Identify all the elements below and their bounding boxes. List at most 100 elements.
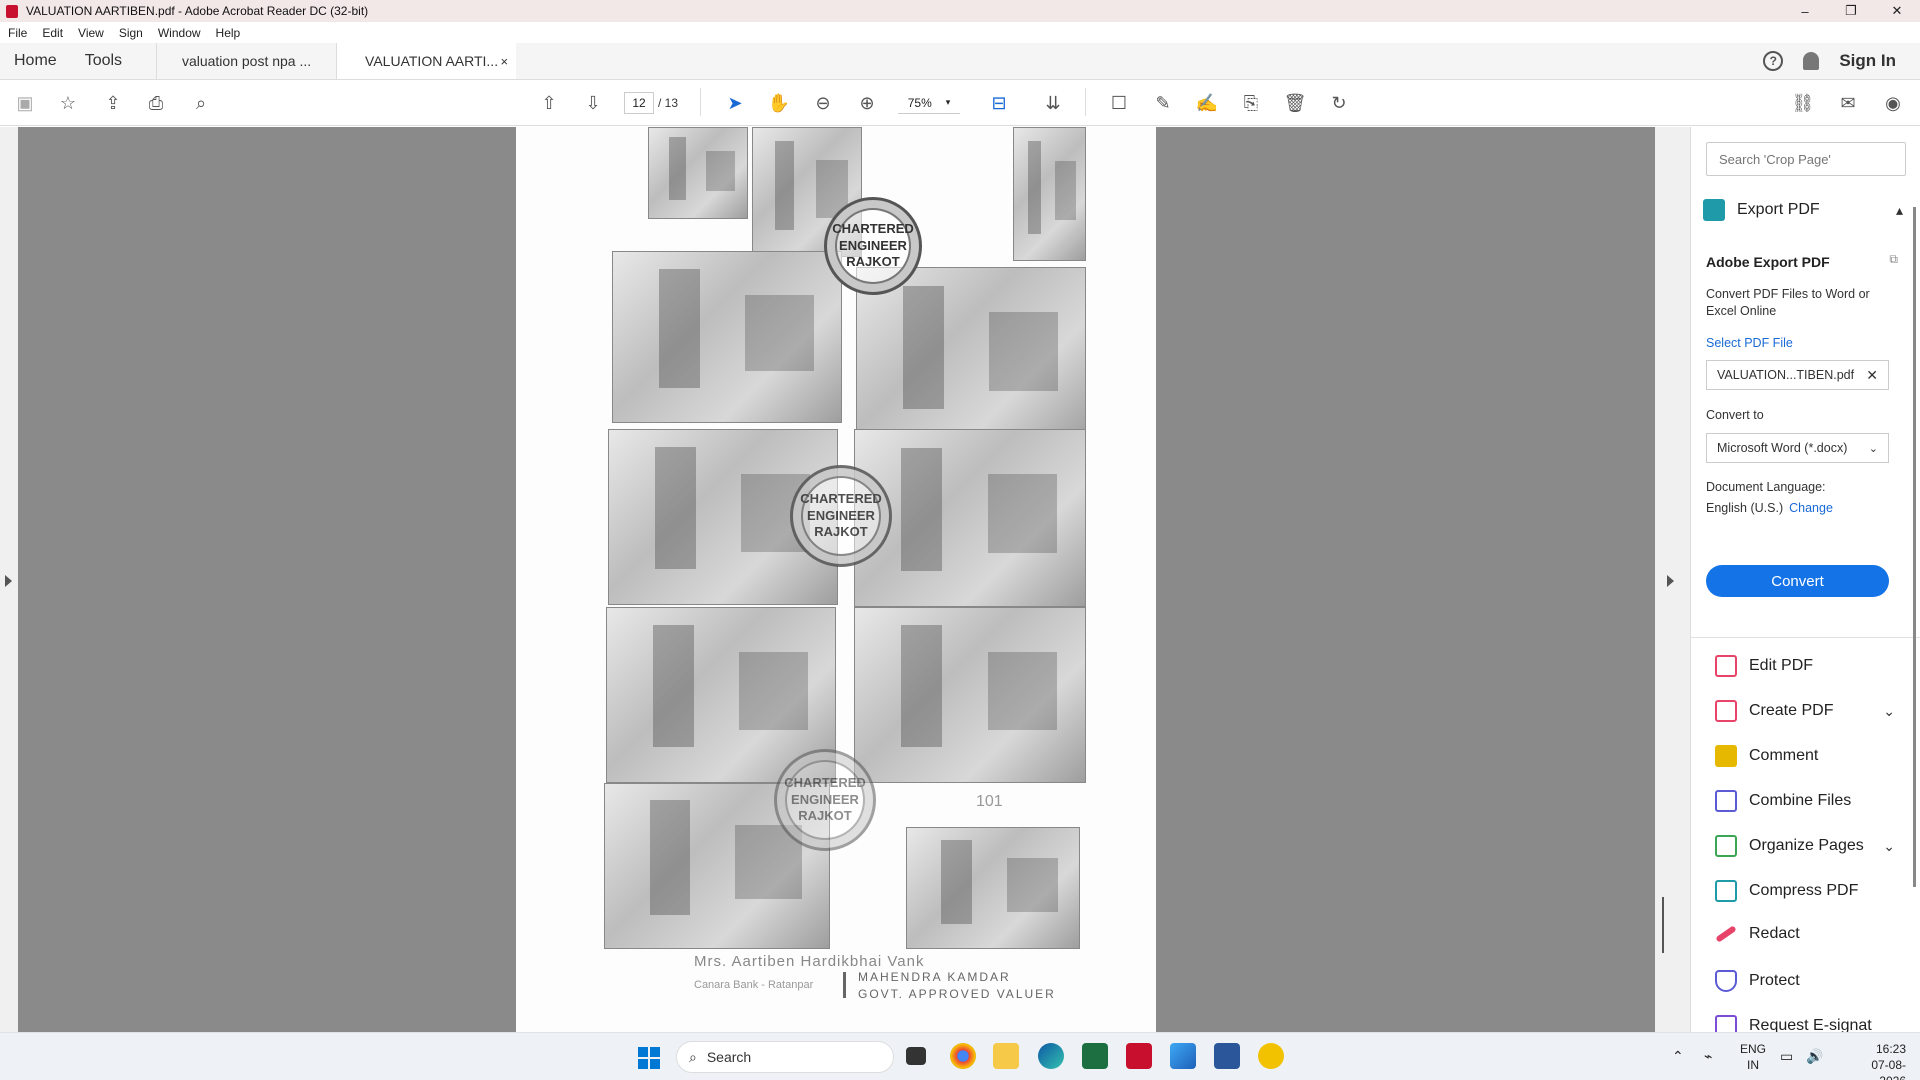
highlight-pen-icon[interactable]: ✎: [1150, 90, 1176, 116]
tool-edit-pdf[interactable]: Edit PDF: [1715, 655, 1813, 677]
signature-pen-icon[interactable]: ✍: [1194, 90, 1220, 116]
minimize-button[interactable]: –: [1782, 0, 1828, 22]
clock-time: 16:23: [1875, 1042, 1906, 1056]
hand-tool-icon[interactable]: ✋: [766, 90, 792, 116]
select-pdf-file-link[interactable]: Select PDF File: [1706, 336, 1793, 350]
show-hidden-icons-icon[interactable]: ⌃: [1672, 1047, 1684, 1066]
tab-document-valuation-aartiben[interactable]: VALUATION AARTI... ×: [336, 43, 517, 79]
stamp-text: ENGINEER: [807, 507, 875, 523]
tool-comment[interactable]: Comment: [1715, 745, 1818, 767]
save-icon[interactable]: ▣: [12, 90, 38, 116]
volume-icon[interactable]: 🔊: [1806, 1047, 1823, 1066]
clock[interactable]: 16:23 07-08-2026: [1850, 1041, 1906, 1080]
print-icon[interactable]: ⎙: [143, 90, 169, 116]
help-icon[interactable]: ?: [1763, 51, 1784, 71]
change-language-link[interactable]: Change: [1789, 501, 1833, 515]
tool-protect[interactable]: Protect: [1715, 970, 1800, 992]
remove-file-icon[interactable]: ✕: [1866, 367, 1878, 384]
acrobat-icon[interactable]: [1126, 1043, 1152, 1069]
delete-icon[interactable]: 🗑: [1282, 90, 1308, 116]
tab-document-valuation-post-npa[interactable]: valuation post npa ...: [156, 43, 336, 79]
copy-icon[interactable]: ⧉: [1889, 252, 1898, 267]
export-pdf-header[interactable]: Export PDF ▴: [1703, 199, 1903, 221]
share-link-icon[interactable]: ⛓: [1790, 90, 1816, 116]
select-cursor-icon[interactable]: ➤: [722, 90, 748, 116]
word-icon[interactable]: [1214, 1043, 1240, 1069]
tool-label: Request E-signat: [1749, 1017, 1872, 1032]
menu-help[interactable]: Help: [216, 26, 241, 40]
zoom-in-icon[interactable]: ⊕: [854, 90, 880, 116]
rotate-icon[interactable]: ↻: [1326, 90, 1352, 116]
tool-create-pdf[interactable]: Create PDF ⌄: [1715, 700, 1895, 722]
close-tab-icon[interactable]: ×: [500, 54, 508, 69]
menu-window[interactable]: Window: [158, 26, 201, 40]
footer-divider: [843, 972, 846, 998]
menu-edit[interactable]: Edit: [42, 26, 63, 40]
display-icon[interactable]: ▭: [1780, 1047, 1793, 1066]
right-pane-strip[interactable]: [1655, 127, 1690, 1032]
tally-icon[interactable]: [1258, 1043, 1284, 1069]
chevron-down-icon[interactable]: ⌄: [1883, 838, 1895, 855]
convert-to-select[interactable]: Microsoft Word (*.docx) ⌄: [1706, 433, 1889, 463]
taskbar-search[interactable]: ⌕ Search: [676, 1041, 894, 1073]
task-view-icon[interactable]: [906, 1047, 926, 1065]
tool-request-esignature[interactable]: Request E-signat: [1715, 1015, 1872, 1032]
collapse-right-pane-icon[interactable]: [1667, 575, 1674, 587]
file-explorer-icon[interactable]: [993, 1043, 1019, 1069]
create-pdf-icon: [1715, 700, 1737, 722]
valuer-stamp-2: CHARTERED ENGINEER RAJKOT: [790, 465, 892, 567]
redact-icon: [1715, 925, 1737, 943]
scroll-mode-icon[interactable]: ⇊: [1040, 90, 1066, 116]
upload-cloud-icon[interactable]: ⇪: [100, 90, 126, 116]
fill-sign-icon[interactable]: ⎘: [1238, 90, 1264, 116]
find-zoom-icon[interactable]: ⌕: [188, 90, 214, 116]
close-window-button[interactable]: ✕: [1874, 0, 1920, 22]
tools-search-input[interactable]: [1706, 142, 1906, 176]
title-bar: VALUATION AARTIBEN.pdf - Adobe Acrobat R…: [0, 0, 1920, 22]
excel-icon[interactable]: [1082, 1043, 1108, 1069]
notifications-icon[interactable]: [1803, 52, 1820, 70]
edge-icon[interactable]: [1038, 1043, 1064, 1069]
expand-left-pane-icon[interactable]: [5, 575, 12, 587]
tool-organize-pages[interactable]: Organize Pages ⌄: [1715, 835, 1895, 857]
stamp-text: RAJKOT: [798, 808, 852, 824]
left-nav-pane[interactable]: [0, 127, 18, 1032]
tab-tools[interactable]: Tools: [71, 43, 136, 79]
chevron-down-icon[interactable]: ⌄: [1883, 703, 1895, 720]
document-scrollbar[interactable]: [1662, 897, 1664, 953]
restore-button[interactable]: ❐: [1828, 0, 1874, 22]
chrome-icon[interactable]: [950, 1043, 976, 1069]
previous-page-icon[interactable]: ⇧: [536, 90, 562, 116]
page-number-input[interactable]: 12: [624, 92, 654, 114]
compress-pdf-icon: [1715, 880, 1737, 902]
menu-file[interactable]: File: [8, 26, 27, 40]
convert-button[interactable]: Convert: [1706, 565, 1889, 597]
tool-redact[interactable]: Redact: [1715, 925, 1800, 943]
chevron-up-icon[interactable]: ▴: [1896, 202, 1903, 219]
azure-data-studio-icon[interactable]: [1170, 1043, 1196, 1069]
tool-label: Protect: [1749, 972, 1800, 989]
zoom-out-icon[interactable]: ⊖: [810, 90, 836, 116]
bank-name: Canara Bank - Ratanpar: [694, 979, 814, 991]
account-icon[interactable]: ◉: [1880, 90, 1906, 116]
tab-home[interactable]: Home: [0, 43, 71, 79]
stamp-text: CHARTERED: [832, 220, 914, 236]
email-icon[interactable]: ✉: [1835, 90, 1861, 116]
comment-icon[interactable]: ☐: [1106, 90, 1132, 116]
tool-compress-pdf[interactable]: Compress PDF: [1715, 880, 1858, 902]
sign-in-button[interactable]: Sign In: [1839, 51, 1896, 71]
valuer-name: MAHENDRA KAMDAR: [858, 970, 1011, 984]
network-icon[interactable]: ⌁: [1704, 1047, 1712, 1066]
menu-view[interactable]: View: [78, 26, 104, 40]
language-indicator[interactable]: ENG IN: [1740, 1041, 1766, 1073]
zoom-level-select[interactable]: 75% ▾: [898, 92, 960, 114]
request-esign-icon: [1715, 1015, 1737, 1032]
tool-combine-files[interactable]: Combine Files: [1715, 790, 1851, 812]
menu-bar: File Edit View Sign Window Help: [0, 22, 1920, 43]
menu-sign[interactable]: Sign: [119, 26, 143, 40]
tools-pane-scrollbar[interactable]: [1913, 207, 1916, 887]
windows-start-icon[interactable]: [638, 1047, 660, 1069]
bookmark-star-icon[interactable]: ☆: [55, 90, 81, 116]
next-page-icon[interactable]: ⇩: [580, 90, 606, 116]
page-display-icon[interactable]: ⊟: [986, 90, 1012, 116]
